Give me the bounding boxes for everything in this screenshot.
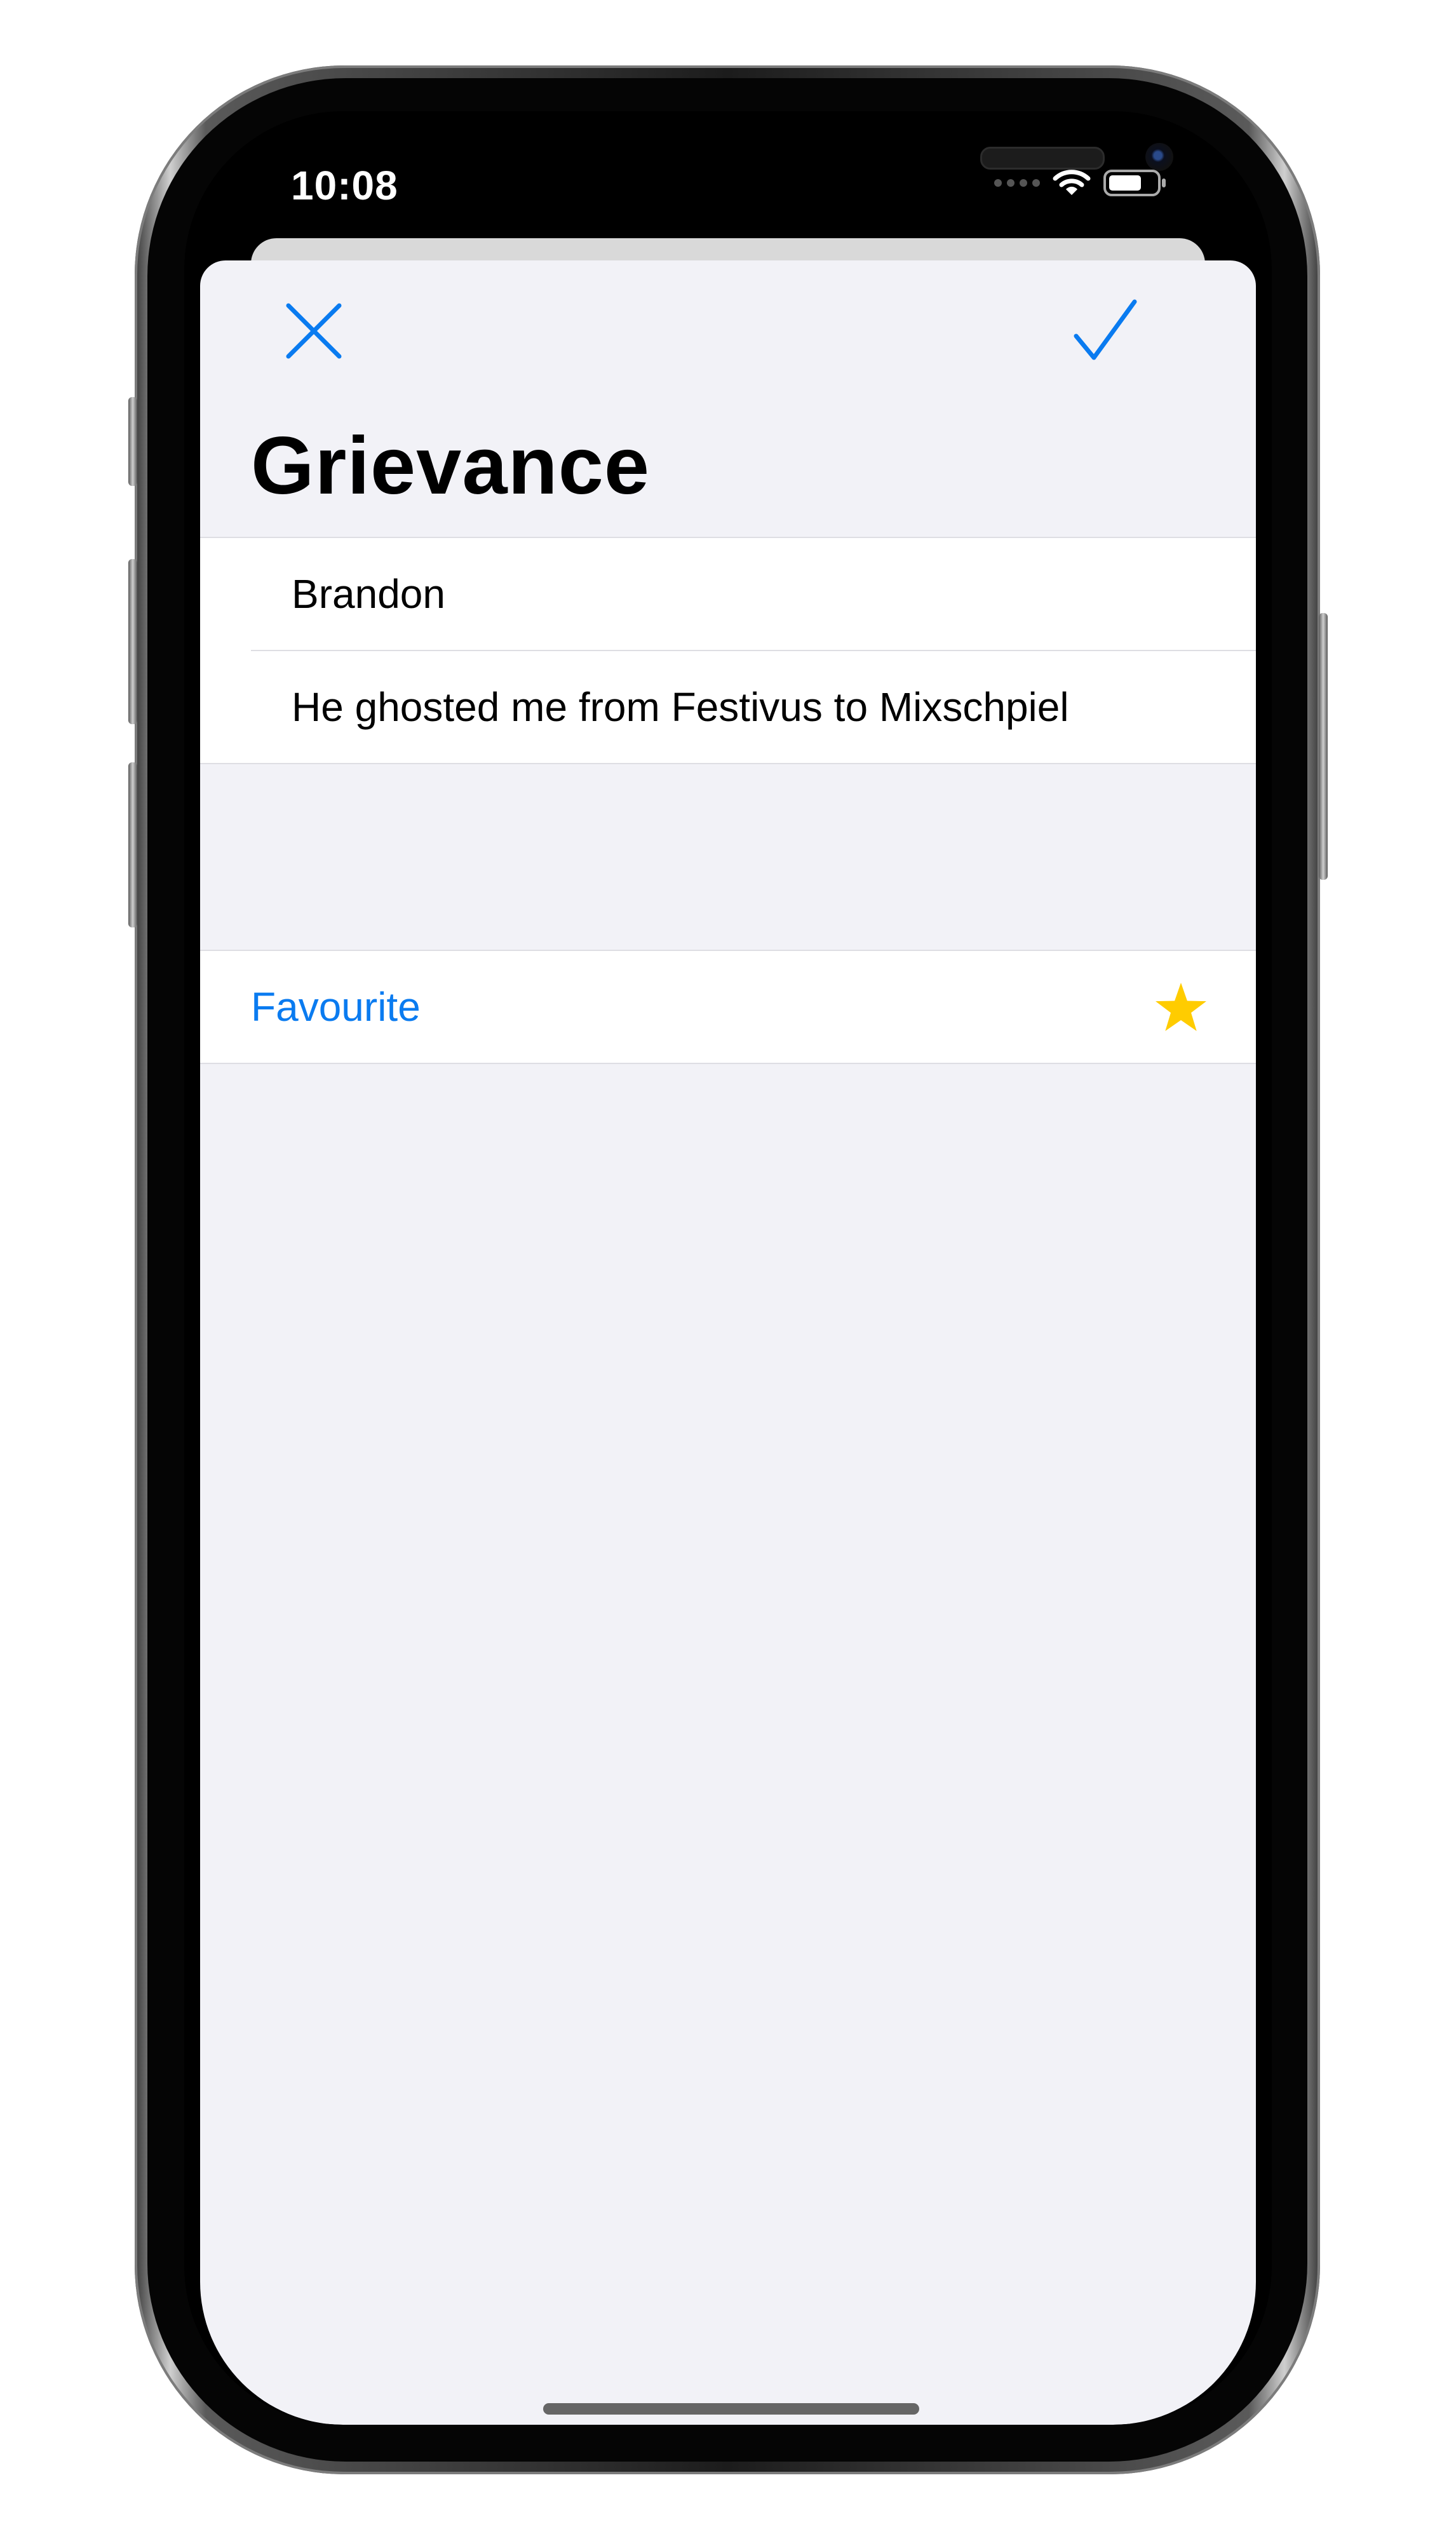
status-indicators (994, 168, 1167, 198)
power-button (1319, 613, 1328, 880)
speaker-grille (980, 147, 1105, 170)
volume-down-button (128, 762, 137, 927)
cellular-dots-icon (994, 179, 1040, 187)
star-filled-icon (1156, 983, 1206, 1031)
notch (497, 111, 1173, 173)
favourite-label: Favourite (251, 984, 421, 1030)
done-button[interactable] (1070, 296, 1140, 366)
volume-up-button (128, 559, 137, 724)
wifi-icon (1053, 170, 1091, 195)
cancel-button[interactable] (279, 296, 349, 366)
favourite-group: Favourite (200, 950, 1256, 1064)
home-indicator (543, 2403, 919, 2415)
close-x-icon (286, 303, 342, 359)
battery-icon (1103, 170, 1166, 196)
checkmark-icon (1074, 299, 1137, 360)
grievance-field[interactable]: He ghosted me from Festivus to Mixschpie… (200, 651, 1256, 763)
favourite-toggle[interactable]: Favourite (200, 951, 1256, 1063)
name-field[interactable]: Brandon (200, 538, 1256, 650)
details-group: Brandon He ghosted me from Festivus to M… (200, 537, 1256, 764)
silent-switch (128, 397, 137, 486)
front-camera (1145, 143, 1173, 171)
screen: 10:08 Grievance Brandon He ghosted me fr… (184, 111, 1272, 2425)
form-sheet: Grievance Brandon He ghosted me from Fes… (200, 260, 1256, 2425)
page-title: Grievance (251, 421, 650, 511)
status-time: 10:08 (291, 163, 398, 208)
